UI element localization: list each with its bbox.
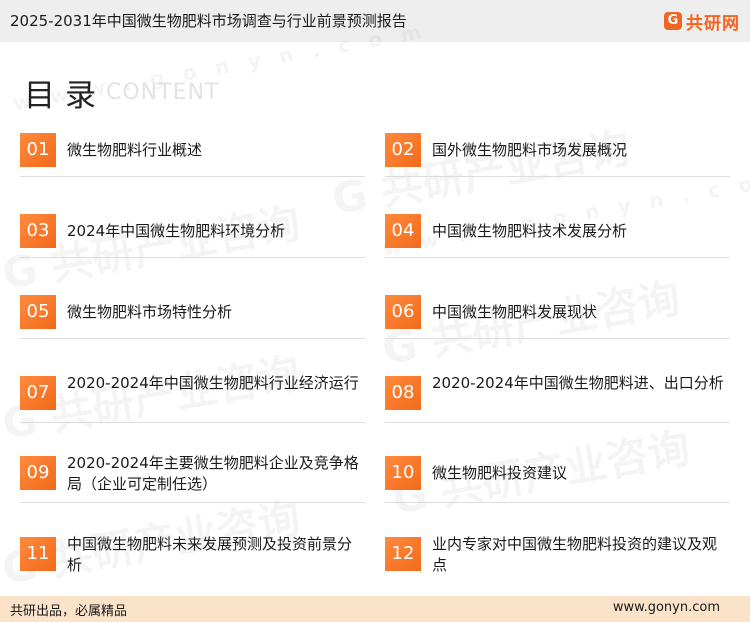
toc-label: 中国微生物肥料技术发展分析 bbox=[432, 222, 628, 240]
footer-url[interactable]: www.gonyn.com bbox=[613, 600, 720, 615]
toc-item[interactable]: 07 2020-2024年中国微生物肥料行业经济运行 bbox=[20, 374, 365, 438]
toc-item[interactable]: 08 2020-2024年中国微生物肥料进、出口分析 bbox=[385, 374, 730, 438]
toc-number: 10 bbox=[385, 456, 421, 490]
brand-logo: G 共研网 bbox=[664, 8, 740, 34]
divider bbox=[385, 422, 730, 423]
toc-number: 05 bbox=[20, 295, 56, 329]
toc-item[interactable]: 02 国外微生物肥料市场发展概况 bbox=[385, 133, 730, 195]
toc-number: 06 bbox=[385, 295, 421, 329]
footer-bar: 共研出品，必属精品 www.gonyn.com bbox=[0, 596, 750, 622]
divider bbox=[385, 338, 730, 339]
toc-number: 11 bbox=[20, 537, 56, 571]
toc-number: 03 bbox=[20, 214, 56, 248]
toc-label: 微生物肥料行业概述 bbox=[67, 141, 203, 159]
toc-item[interactable]: 11 中国微生物肥料未来发展预测及投资前景分析 bbox=[20, 535, 365, 599]
divider bbox=[385, 176, 730, 177]
toc-label: 国外微生物肥料市场发展概况 bbox=[432, 141, 628, 159]
toc-item[interactable]: 10 微生物肥料投资建议 bbox=[385, 456, 730, 518]
toc-label: 业内专家对中国微生物肥料投资的建议及观点 bbox=[432, 535, 718, 574]
toc-number: 01 bbox=[20, 133, 56, 167]
toc-item[interactable]: 05 微生物肥料市场特性分析 bbox=[20, 295, 365, 357]
toc-number: 12 bbox=[385, 537, 421, 571]
toc-number: 09 bbox=[20, 456, 56, 490]
divider bbox=[20, 502, 365, 503]
logo-text: 共研网 bbox=[686, 13, 740, 34]
toc-label: 2020-2024年中国微生物肥料行业经济运行 bbox=[67, 374, 359, 392]
header-bar: 2025-2031年中国微生物肥料市场调查与行业前景预测报告 G 共研网 bbox=[0, 0, 750, 42]
toc-item[interactable]: 04 中国微生物肥料技术发展分析 bbox=[385, 214, 730, 276]
divider bbox=[385, 257, 730, 258]
toc-number: 04 bbox=[385, 214, 421, 248]
toc-label: 中国微生物肥料发展现状 bbox=[432, 303, 598, 321]
toc-label: 微生物肥料市场特性分析 bbox=[67, 303, 233, 321]
toc-item[interactable]: 09 2020-2024年主要微生物肥料企业及竞争格局（企业可定制任选） bbox=[20, 454, 365, 518]
toc-item[interactable]: 06 中国微生物肥料发展现状 bbox=[385, 295, 730, 357]
toc-label: 中国微生物肥料未来发展预测及投资前景分析 bbox=[67, 535, 353, 574]
toc-label: 2020-2024年主要微生物肥料企业及竞争格局（企业可定制任选） bbox=[67, 454, 359, 493]
toc-number: 08 bbox=[385, 376, 421, 410]
toc-label: 微生物肥料投资建议 bbox=[432, 464, 568, 482]
footer-slogan: 共研出品，必属精品 bbox=[10, 604, 128, 619]
contents-heading: 目录 CONTENT bbox=[24, 70, 218, 115]
toc-item[interactable]: 01 微生物肥料行业概述 bbox=[20, 133, 365, 195]
divider bbox=[20, 257, 365, 258]
toc-item[interactable]: 12 业内专家对中国微生物肥料投资的建议及观点 bbox=[385, 535, 730, 599]
divider bbox=[20, 338, 365, 339]
report-title: 2025-2031年中国微生物肥料市场调查与行业前景预测报告 bbox=[10, 12, 407, 30]
divider bbox=[385, 502, 730, 503]
contents-title: 目录 bbox=[24, 78, 106, 114]
logo-icon: G bbox=[664, 12, 682, 30]
divider bbox=[20, 176, 365, 177]
toc-number: 07 bbox=[20, 376, 56, 410]
divider bbox=[20, 422, 365, 423]
toc-number: 02 bbox=[385, 133, 421, 167]
contents-subtitle: CONTENT bbox=[106, 80, 220, 105]
toc-label: 2020-2024年中国微生物肥料进、出口分析 bbox=[432, 374, 724, 392]
toc-label: 2024年中国微生物肥料环境分析 bbox=[67, 222, 286, 240]
toc-item[interactable]: 03 2024年中国微生物肥料环境分析 bbox=[20, 214, 365, 276]
